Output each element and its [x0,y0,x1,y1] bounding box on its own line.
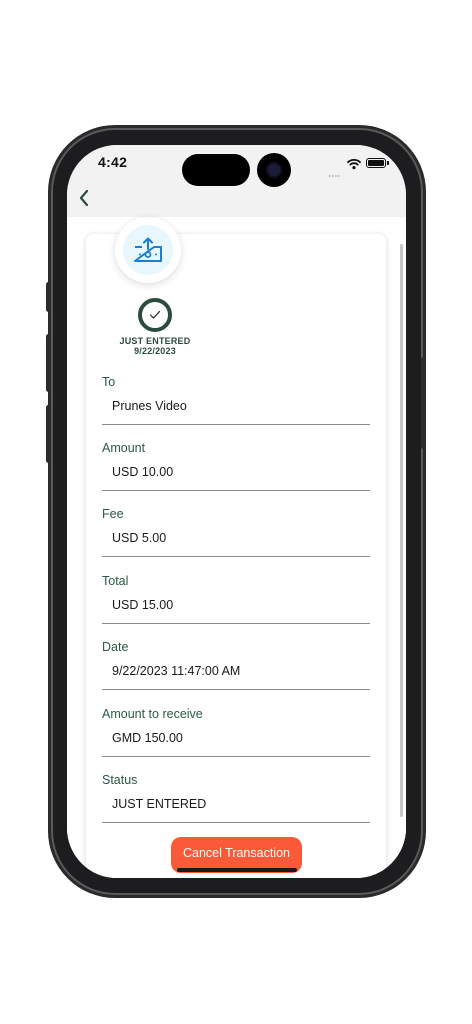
field-label: Status [102,773,138,787]
action-button [46,282,51,312]
field-value: USD 10.00 [102,465,370,491]
chevron-left-icon [79,189,89,207]
status-check-circle [138,298,172,332]
camera-icon [257,153,291,187]
field-label: Total [102,574,129,588]
field-value: JUST ENTERED [102,797,370,823]
field-total: Total USD 15.00 [102,573,370,624]
field-label: Fee [102,507,124,521]
home-indicator[interactable] [177,868,297,872]
field-amount-to-receive: Amount to receive GMD 150.00 [102,706,370,757]
status-step: JUST ENTERED 9/22/2023 [117,298,193,356]
step-date-label: 9/22/2023 [134,346,176,356]
phone-screen: 4:42 JUST ENTERED 9/22/2023 To Prunes Vi… [67,145,406,878]
field-value: 9/22/2023 11:47:00 AM [102,664,370,690]
transfer-badge [115,217,181,283]
field-value: USD 5.00 [102,531,370,557]
checkmark-icon [149,310,161,319]
field-date: Date 9/22/2023 11:47:00 AM [102,639,370,690]
field-label: Date [102,640,129,654]
status-icons [329,157,389,177]
field-value: USD 15.00 [102,598,370,624]
field-amount: Amount USD 10.00 [102,440,370,491]
power-button [421,357,426,449]
field-label: Amount [102,441,146,455]
field-fee: Fee USD 5.00 [102,506,370,557]
field-value: Prunes Video [102,399,370,425]
scrollbar[interactable] [400,244,403,817]
field-value: GMD 150.00 [102,731,370,757]
back-button[interactable] [73,187,95,209]
field-label: To [102,375,116,389]
volume-up-button [46,334,51,392]
signal-icon [329,164,341,182]
money-transfer-icon [134,237,162,262]
step-status-label: JUST ENTERED [119,336,191,346]
field-to: To Prunes Video [102,374,370,425]
dynamic-island [182,154,250,186]
app-header: 4:42 [67,145,406,217]
transaction-details: JUST ENTERED 9/22/2023 To Prunes Video A… [67,217,406,878]
field-label: Amount to receive [102,707,203,721]
status-time: 4:42 [98,154,128,170]
wifi-icon [347,157,361,175]
field-status: Status JUST ENTERED [102,772,370,823]
volume-down-button [46,405,51,463]
battery-icon [366,158,389,168]
